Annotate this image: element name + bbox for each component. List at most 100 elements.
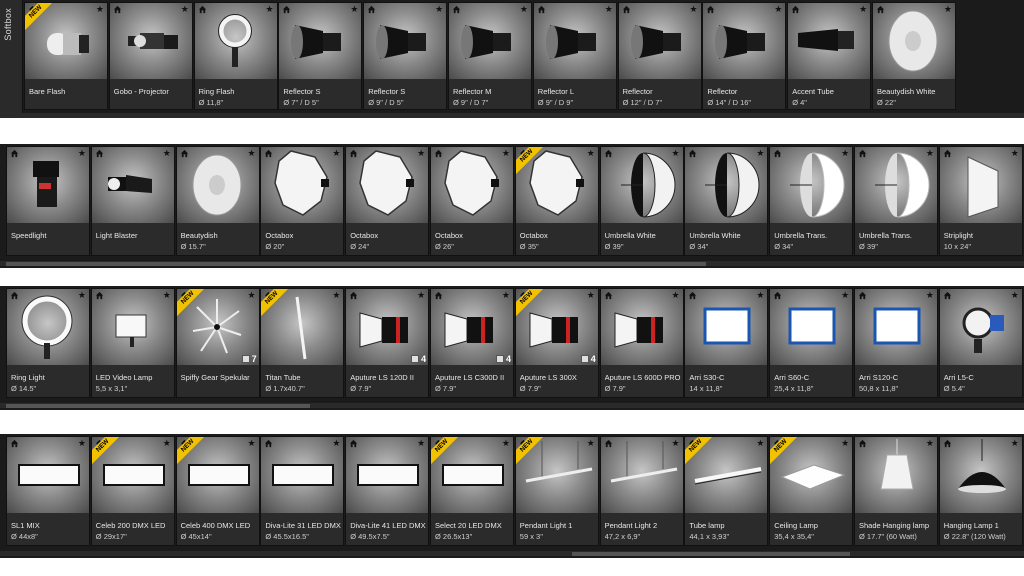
favorite-star-icon[interactable]: ★: [248, 290, 256, 300]
light-modifier-card[interactable]: ★ Octabox Ø 24": [345, 146, 430, 256]
light-modifier-card[interactable]: ★ Striplight 10 x 24": [938, 146, 1023, 256]
light-modifier-card[interactable]: ★ Reflector S Ø 9" / D 5": [363, 2, 448, 110]
variant-count-badge[interactable]: 4: [580, 353, 596, 364]
light-modifier-card[interactable]: ★ Arri S30-C 14 x 11,8": [684, 288, 769, 398]
favorite-star-icon[interactable]: ★: [96, 4, 104, 14]
variant-count-badge[interactable]: 4: [411, 353, 426, 364]
favorite-star-icon[interactable]: ★: [774, 4, 782, 14]
light-modifier-card[interactable]: ★ Hanging Lamp 1 Ø 22.8" (120 Watt): [938, 436, 1023, 546]
favorite-star-icon[interactable]: ★: [266, 4, 274, 14]
favorite-star-icon[interactable]: ★: [248, 148, 256, 158]
favorite-star-icon[interactable]: ★: [690, 4, 698, 14]
light-modifier-card[interactable]: ★ NEW Ceiling Lamp 35,4 x 35,4": [769, 436, 854, 546]
favorite-star-icon[interactable]: ★: [841, 438, 849, 448]
favorite-star-icon[interactable]: ★: [587, 290, 595, 300]
favorite-star-icon[interactable]: ★: [841, 148, 849, 158]
favorite-star-icon[interactable]: ★: [78, 148, 86, 158]
strip-4-scrollbar-track[interactable]: [0, 551, 1024, 556]
light-modifier-card[interactable]: ★ Speedlight: [6, 146, 90, 256]
light-modifier-card[interactable]: ★ Diva-Lite 31 LED DMX Ø 45.5x16.5": [260, 436, 345, 546]
light-modifier-card[interactable]: ★ Gobo - Projector: [108, 2, 193, 110]
light-modifier-card[interactable]: ★ Reflector Ø 12" / D 7": [617, 2, 702, 110]
light-modifier-card[interactable]: ★ Reflector M Ø 9" / D 7": [448, 2, 532, 110]
light-modifier-card[interactable]: ★ NEW Tube lamp 44,1 x 3,93": [684, 436, 769, 546]
favorite-star-icon[interactable]: ★: [417, 290, 425, 300]
favorite-star-icon[interactable]: ★: [78, 290, 86, 300]
favorite-star-icon[interactable]: ★: [502, 148, 510, 158]
favorite-star-icon[interactable]: ★: [350, 4, 358, 14]
light-modifier-card[interactable]: ★ 4 Aputure LS 120D II Ø 7.9": [345, 288, 430, 398]
variant-count-badge[interactable]: 7: [241, 353, 257, 364]
light-modifier-card[interactable]: ★ Beautydish White Ø 22": [872, 2, 956, 110]
favorite-star-icon[interactable]: ★: [1011, 438, 1019, 448]
light-modifier-card[interactable]: ★ NEW 4 Aputure LS 300X Ø 7.9": [514, 288, 599, 398]
light-modifier-card[interactable]: ★ Diva-Lite 41 LED DMX Ø 49.5x7.5": [345, 436, 430, 546]
favorite-star-icon[interactable]: ★: [756, 290, 764, 300]
favorite-star-icon[interactable]: ★: [520, 4, 528, 14]
favorite-star-icon[interactable]: ★: [841, 290, 849, 300]
light-modifier-card[interactable]: ★ Arri S120-C 50,8 x 11,8": [854, 288, 938, 398]
favorite-star-icon[interactable]: ★: [502, 290, 510, 300]
favorite-star-icon[interactable]: ★: [417, 148, 425, 158]
favorite-star-icon[interactable]: ★: [78, 438, 86, 448]
light-modifier-card[interactable]: ★ Umbrella White Ø 39": [599, 146, 684, 256]
favorite-star-icon[interactable]: ★: [163, 438, 171, 448]
favorite-star-icon[interactable]: ★: [248, 438, 256, 448]
strip-2-scrollbar-thumb[interactable]: [6, 262, 706, 266]
favorite-star-icon[interactable]: ★: [417, 438, 425, 448]
light-modifier-card[interactable]: ★ Reflector L Ø 9" / D 9": [532, 2, 617, 110]
favorite-star-icon[interactable]: ★: [672, 438, 680, 448]
favorite-star-icon[interactable]: ★: [944, 4, 952, 14]
light-modifier-card[interactable]: ★ Umbrella White Ø 34": [684, 146, 769, 256]
light-modifier-card[interactable]: ★ NEW 7 Spiffy Gear Spekular: [175, 288, 260, 398]
favorite-star-icon[interactable]: ★: [587, 148, 595, 158]
favorite-star-icon[interactable]: ★: [332, 290, 340, 300]
favorite-star-icon[interactable]: ★: [181, 4, 189, 14]
light-modifier-card[interactable]: ★ NEW Celeb 200 DMX LED Ø 29x17": [90, 436, 175, 546]
light-modifier-card[interactable]: ★ NEW Pendant Light 1 59 x 3": [514, 436, 599, 546]
favorite-star-icon[interactable]: ★: [587, 438, 595, 448]
light-modifier-card[interactable]: ★ Reflector Ø 14" / D 16": [702, 2, 787, 110]
light-modifier-card[interactable]: ★ Light Blaster: [90, 146, 175, 256]
light-modifier-card[interactable]: ★ SL1 MIX Ø 44x8": [6, 436, 90, 546]
favorite-star-icon[interactable]: ★: [163, 148, 171, 158]
favorite-star-icon[interactable]: ★: [435, 4, 443, 14]
light-modifier-card[interactable]: ★ Ring Light Ø 14.5": [6, 288, 90, 398]
light-modifier-card[interactable]: ★ Umbrella Trans. Ø 34": [769, 146, 854, 256]
strip-1-scrollbar-track[interactable]: [0, 113, 1024, 118]
favorite-star-icon[interactable]: ★: [163, 290, 171, 300]
light-modifier-card[interactable]: ★ Reflector S Ø 7" / D 5": [278, 2, 363, 110]
light-modifier-card[interactable]: ★ Aputure LS 600D PRO Ø 7.9": [599, 288, 684, 398]
light-modifier-card[interactable]: ★ NEW Bare Flash: [24, 2, 108, 110]
favorite-star-icon[interactable]: ★: [672, 148, 680, 158]
light-modifier-card[interactable]: ★ LED Video Lamp 5,5 x 3,1": [90, 288, 175, 398]
light-modifier-card[interactable]: ★ Octabox Ø 26": [430, 146, 514, 256]
favorite-star-icon[interactable]: ★: [332, 438, 340, 448]
favorite-star-icon[interactable]: ★: [926, 438, 934, 448]
favorite-star-icon[interactable]: ★: [859, 4, 867, 14]
light-modifier-card[interactable]: ★ Ring Flash Ø 11,8": [193, 2, 278, 110]
light-modifier-card[interactable]: ★ Arri L5-C Ø 5.4": [938, 288, 1023, 398]
light-modifier-card[interactable]: ★ Shade Hanging lamp Ø 17.7" (60 Watt): [854, 436, 938, 546]
softbox-tab[interactable]: Softbox: [0, 0, 23, 118]
strip-4-scrollbar-thumb[interactable]: [572, 552, 850, 556]
favorite-star-icon[interactable]: ★: [926, 148, 934, 158]
favorite-star-icon[interactable]: ★: [926, 290, 934, 300]
favorite-star-icon[interactable]: ★: [672, 290, 680, 300]
variant-count-badge[interactable]: 4: [495, 353, 511, 364]
light-modifier-card[interactable]: ★ NEW Select 20 LED DMX Ø 26.5x13": [430, 436, 514, 546]
favorite-star-icon[interactable]: ★: [332, 148, 340, 158]
light-modifier-card[interactable]: ★ Arri S60-C 25,4 x 11,8": [769, 288, 854, 398]
favorite-star-icon[interactable]: ★: [502, 438, 510, 448]
strip-3-scrollbar-thumb[interactable]: [6, 404, 310, 408]
favorite-star-icon[interactable]: ★: [1011, 148, 1019, 158]
light-modifier-card[interactable]: ★ Accent Tube Ø 4": [787, 2, 872, 110]
light-modifier-card[interactable]: ★ Pendant Light 2 47,2 x 6,9": [599, 436, 684, 546]
favorite-star-icon[interactable]: ★: [756, 438, 764, 448]
light-modifier-card[interactable]: ★ 4 Aputure LS C300D II Ø 7.9": [430, 288, 514, 398]
favorite-star-icon[interactable]: ★: [756, 148, 764, 158]
light-modifier-card[interactable]: ★ Umbrella Trans. Ø 39": [854, 146, 938, 256]
light-modifier-card[interactable]: ★ Octabox Ø 20": [260, 146, 345, 256]
favorite-star-icon[interactable]: ★: [605, 4, 613, 14]
light-modifier-card[interactable]: ★ NEW Titan Tube Ø 1.7x40.7": [260, 288, 345, 398]
